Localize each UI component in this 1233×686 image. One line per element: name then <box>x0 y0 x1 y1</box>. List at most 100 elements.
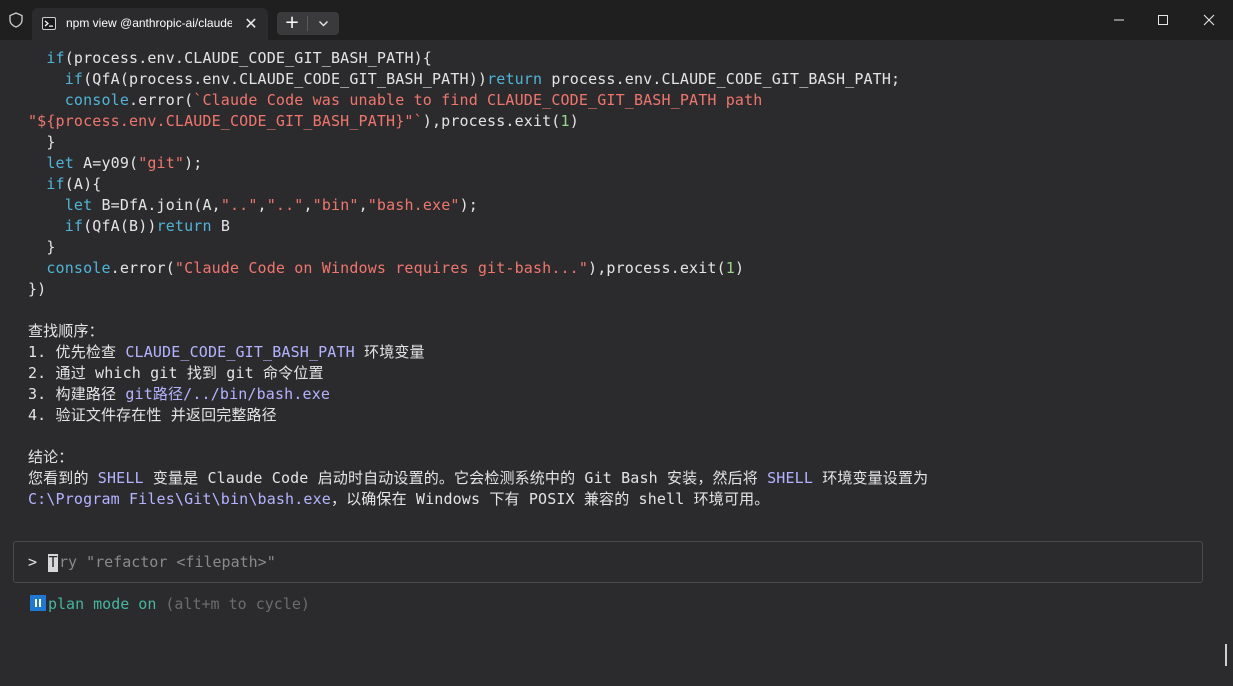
prompt-symbol: > <box>28 553 38 571</box>
code-text: ),process.exit( <box>588 259 726 277</box>
explain-step: 1. 优先检查 CLAUDE_CODE_GIT_BASH_PATH 环境变量 <box>28 342 425 363</box>
scrollbar-thumb[interactable] <box>1225 644 1227 666</box>
code-line: if(QfA(B))return B <box>28 216 230 237</box>
new-tab-button[interactable]: + <box>277 12 307 35</box>
plan-mode-status: plan mode on (alt+m to cycle) <box>30 594 310 615</box>
code-line: console.error("Claude Code on Windows re… <box>28 258 744 279</box>
minimize-icon[interactable] <box>1096 4 1142 36</box>
code-text: process.env.CLAUDE_CODE_GIT_BASH_PATH; <box>542 70 901 88</box>
code-text: ),process.exit( <box>422 112 561 130</box>
code-text: , <box>358 196 368 214</box>
code-text: } <box>28 133 56 151</box>
step-text: 1. 优先检查 <box>28 343 126 361</box>
code-string: "bash.exe" <box>367 196 460 214</box>
chevron-down-icon[interactable] <box>308 12 339 35</box>
code-text: }) <box>28 280 47 298</box>
code-keyword: console <box>46 259 111 277</box>
code-number: 1 <box>560 112 570 130</box>
code-keyword: let <box>46 154 74 172</box>
explain-step: 3. 构建路径 git路径/../bin/bash.exe <box>28 384 330 405</box>
code-string: "Claude Code on Windows requires git-bas… <box>174 259 589 277</box>
code-text: (QfA(process.env.CLAUDE_CODE_GIT_BASH_PA… <box>83 70 488 88</box>
code-text: A=y09( <box>73 154 139 172</box>
conclusion-text: 您看到的 <box>28 469 98 487</box>
code-line: if(A){ <box>28 174 101 195</box>
code-keyword: if <box>46 175 65 193</box>
code-keyword: if <box>64 70 84 88</box>
conclusion-text: 变量是 Claude Code 启动时自动设置的。它会检测系统中的 Git Ba… <box>143 469 768 487</box>
step-text: 4. 验证文件存在性 并返回完整路径 <box>28 406 277 424</box>
tab-title: npm view @anthropic-ai/claude <box>66 16 232 30</box>
conclusion-line: C:\Program Files\Git\bin\bash.exe，以确保在 W… <box>28 489 769 510</box>
step-text: 2. 通过 which git 找到 git 命令位置 <box>28 364 324 382</box>
input-placeholder: ry "refactor <filepath>" <box>59 553 276 571</box>
code-string: "bin" <box>312 196 359 214</box>
code-string: "git" <box>138 154 185 172</box>
mode-hint: (alt+m to cycle) <box>156 595 310 613</box>
code-line: let B=DfA.join(A,"..","..","bin","bash.e… <box>28 195 478 216</box>
code-string: ".." <box>220 196 258 214</box>
code-line: }) <box>28 279 46 300</box>
code-keyword: console <box>64 91 129 109</box>
code-keyword: return <box>487 70 543 88</box>
code-line: } <box>28 132 56 153</box>
step-highlight: git路径/../bin/bash.exe <box>125 385 331 403</box>
code-text: (process.env.CLAUDE_CODE_GIT_BASH_PATH){ <box>64 49 432 67</box>
step-text: 环境变量 <box>354 343 425 361</box>
new-tab-group: + <box>277 12 339 35</box>
code-line: if(QfA(process.env.CLAUDE_CODE_GIT_BASH_… <box>28 69 900 90</box>
code-line: } <box>28 237 56 258</box>
conclusion-line: 您看到的 SHELL 变量是 Claude Code 启动时自动设置的。它会检测… <box>28 468 928 489</box>
code-text: , <box>257 196 267 214</box>
title-bar: npm view @anthropic-ai/claude ✕ + <box>0 0 1233 40</box>
explain-step: 2. 通过 which git 找到 git 命令位置 <box>28 363 324 384</box>
code-text: ) <box>569 112 579 130</box>
code-string: "${process.env.CLAUDE_CODE_GIT_BASH_PATH… <box>28 112 423 130</box>
code-line: console.error(`Claude Code was unable to… <box>28 90 763 111</box>
window-close-icon[interactable] <box>1186 4 1232 36</box>
code-text: .error( <box>129 91 194 109</box>
close-icon[interactable]: ✕ <box>242 15 260 33</box>
conclusion-highlight: SHELL <box>767 469 814 487</box>
code-string: ".." <box>266 196 304 214</box>
code-keyword: let <box>64 196 93 214</box>
code-string: `Claude Code was unable to find CLAUDE_C… <box>193 91 763 109</box>
code-text: B=DfA.join(A, <box>92 196 221 214</box>
code-text: .error( <box>110 259 175 277</box>
conclusion-text: 环境变量设置为 <box>813 469 929 487</box>
code-number: 1 <box>725 259 735 277</box>
code-line: "${process.env.CLAUDE_CODE_GIT_BASH_PATH… <box>28 111 579 132</box>
code-text: (QfA(B)) <box>83 217 157 235</box>
code-text: } <box>28 238 56 256</box>
maximize-icon[interactable] <box>1140 4 1186 36</box>
code-line: let A=y09("git"); <box>28 153 202 174</box>
code-text: ); <box>184 154 203 172</box>
tab-npm-view[interactable]: npm view @anthropic-ai/claude ✕ <box>32 8 268 40</box>
explain-step: 4. 验证文件存在性 并返回完整路径 <box>28 405 277 426</box>
prompt-input[interactable]: > T ry "refactor <filepath>" <box>13 541 1203 583</box>
terminal-icon <box>42 17 56 30</box>
shield-icon[interactable] <box>8 12 24 28</box>
conclusion-highlight: C:\Program Files\Git\bin\bash.exe <box>28 490 331 508</box>
code-text: ) <box>734 259 745 277</box>
code-keyword: if <box>64 217 84 235</box>
conclusion-highlight: SHELL <box>97 469 144 487</box>
conclusion-text: ，以确保在 Windows 下有 POSIX 兼容的 shell 环境可用。 <box>330 490 770 508</box>
code-keyword: if <box>46 49 65 67</box>
step-text: 3. 构建路径 <box>28 385 126 403</box>
terminal-output: if(process.env.CLAUDE_CODE_GIT_BASH_PATH… <box>0 40 1233 686</box>
code-text: ); <box>459 196 478 214</box>
explain-heading: 查找顺序： <box>28 322 104 340</box>
step-highlight: CLAUDE_CODE_GIT_BASH_PATH <box>125 343 355 361</box>
cursor-char: T <box>48 553 58 571</box>
conclusion-heading: 结论： <box>28 448 74 466</box>
code-text: , <box>303 196 313 214</box>
